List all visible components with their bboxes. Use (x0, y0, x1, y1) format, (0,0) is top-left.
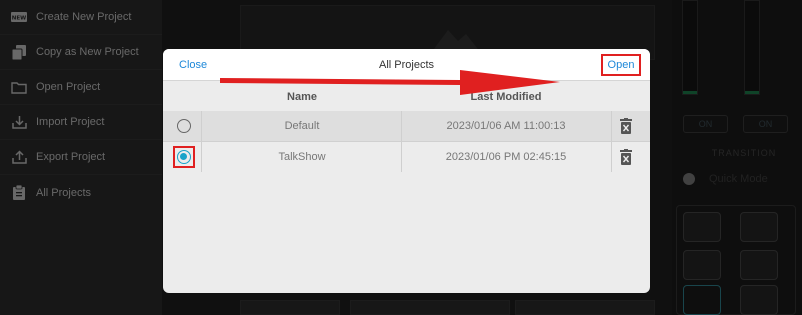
project-last-modified: 2023/01/06 PM 02:45:15 (445, 151, 567, 163)
highlight-box (173, 146, 195, 168)
row-radio[interactable] (177, 119, 191, 133)
project-name: Default (284, 120, 320, 132)
trash-icon[interactable] (620, 118, 632, 134)
table-row[interactable]: Default 2023/01/06 AM 11:00:13 (163, 111, 650, 141)
table-row[interactable]: TalkShow 2023/01/06 PM 02:45:15 (163, 142, 650, 172)
annotation-arrow-icon (220, 70, 560, 95)
project-name: TalkShow (278, 151, 326, 163)
project-last-modified: 2023/01/06 AM 11:00:13 (446, 120, 566, 132)
open-button[interactable]: Open (601, 54, 641, 76)
trash-icon[interactable] (620, 149, 632, 165)
